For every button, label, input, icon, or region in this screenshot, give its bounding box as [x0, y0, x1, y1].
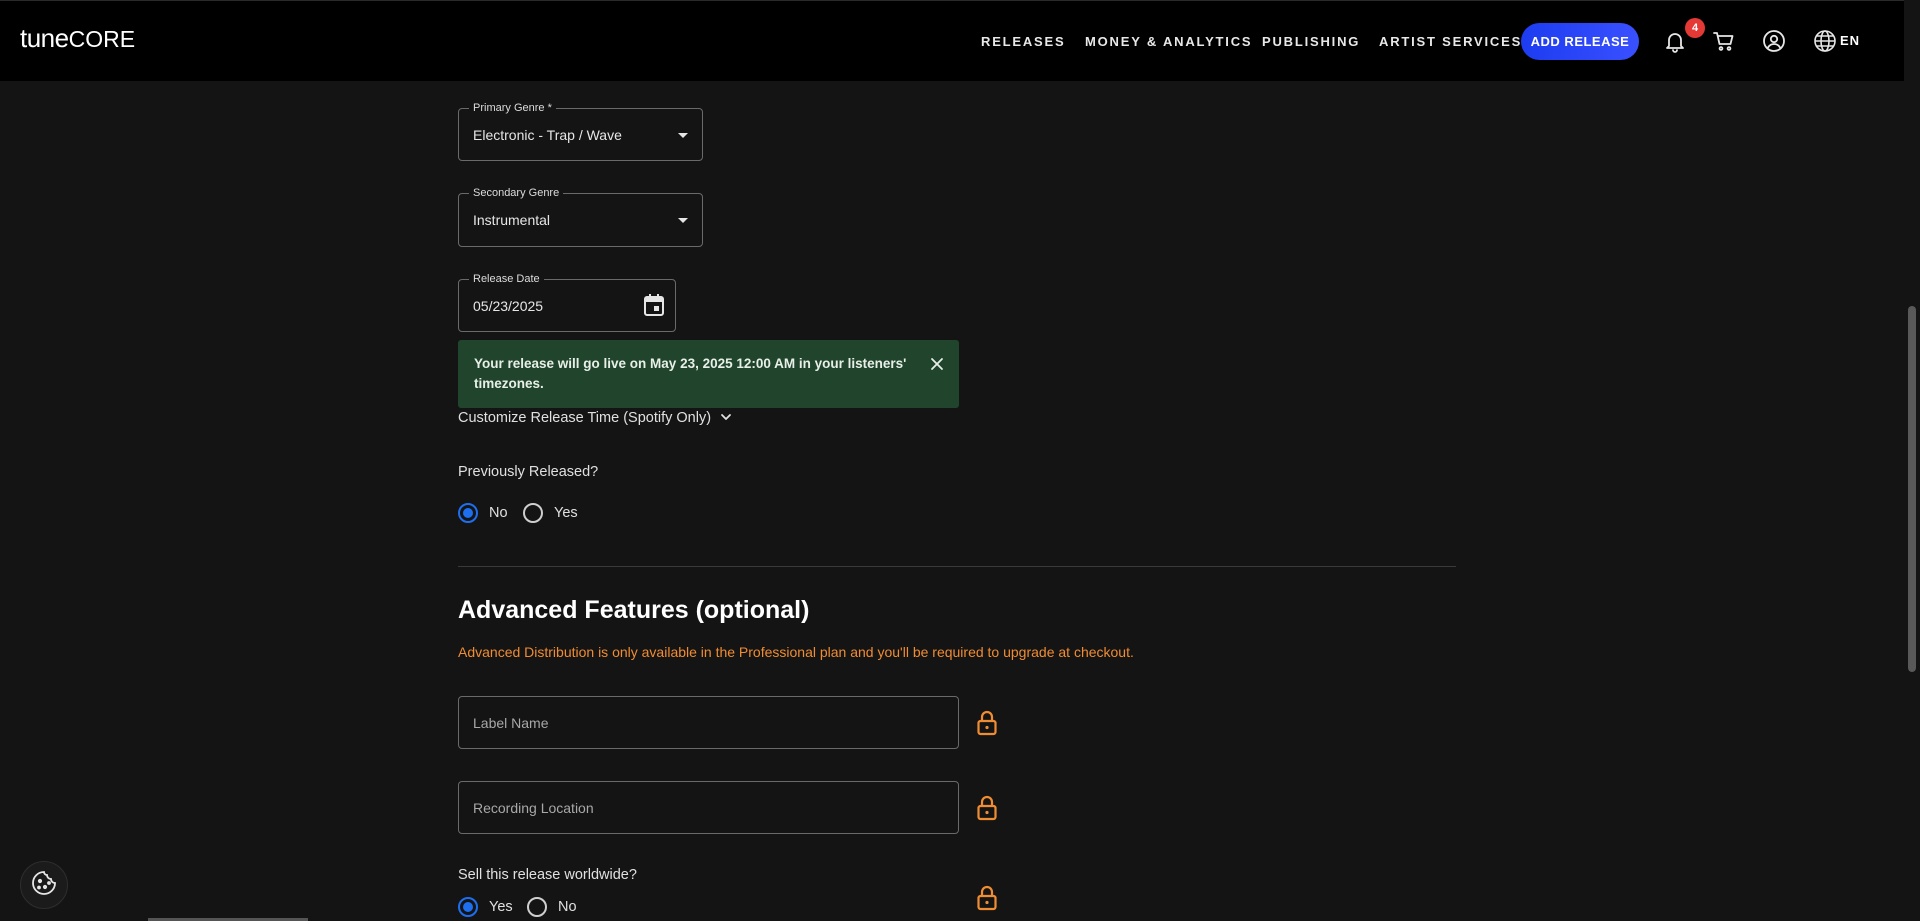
- customize-release-time-toggle[interactable]: Customize Release Time (Spotify Only): [458, 410, 733, 426]
- caret-down-icon: [678, 132, 688, 138]
- label-name-input[interactable]: Label Name: [458, 696, 959, 749]
- nav-artist-services[interactable]: ARTIST SERVICES: [1379, 34, 1522, 49]
- section-divider: [458, 566, 1456, 567]
- globe-icon[interactable]: [1813, 29, 1837, 53]
- sell-worldwide-question: Sell this release worldwide?: [458, 867, 637, 883]
- secondary-genre-select[interactable]: Secondary Genre Instrumental: [458, 185, 703, 247]
- cookie-settings-button[interactable]: [20, 861, 68, 909]
- label-name-placeholder: Label Name: [473, 714, 549, 731]
- close-icon[interactable]: [929, 356, 945, 372]
- page-scrollbar-thumb[interactable]: [1908, 306, 1916, 672]
- nav-publishing[interactable]: PUBLISHING: [1262, 34, 1360, 49]
- calendar-icon[interactable]: [643, 293, 665, 317]
- lock-icon: [976, 795, 998, 821]
- cart-icon[interactable]: [1712, 29, 1736, 53]
- nav-releases[interactable]: RELEASES: [981, 34, 1065, 49]
- sell-worldwide-yes-radio[interactable]: [458, 897, 478, 917]
- sell-worldwide-yes-label[interactable]: Yes: [489, 899, 513, 915]
- lock-icon: [976, 710, 998, 736]
- advanced-distribution-notice: Advanced Distribution is only available …: [458, 644, 1134, 660]
- chevron-down-icon: [719, 410, 733, 424]
- release-live-alert: Your release will go live on May 23, 202…: [458, 340, 959, 408]
- recording-location-placeholder: Recording Location: [473, 799, 594, 816]
- recording-location-input[interactable]: Recording Location: [458, 781, 959, 834]
- release-date-label: Release Date: [469, 271, 544, 287]
- primary-genre-value: Electronic - Trap / Wave: [473, 126, 622, 143]
- previously-released-question: Previously Released?: [458, 464, 599, 480]
- account-icon[interactable]: [1762, 29, 1786, 53]
- logo-tune-text: tune: [20, 23, 69, 53]
- sell-worldwide-no-radio[interactable]: [527, 897, 547, 917]
- nav-money-analytics[interactable]: MONEY & ANALYTICS: [1085, 34, 1252, 49]
- release-date-field[interactable]: Release Date 05/23/2025: [458, 271, 676, 332]
- alert-message: Your release will go live on May 23, 202…: [474, 356, 907, 391]
- tunecore-logo[interactable]: tuneCORE: [20, 23, 135, 54]
- primary-genre-label: Primary Genre *: [469, 100, 556, 116]
- secondary-genre-value: Instrumental: [473, 212, 551, 228]
- release-date-value: 05/23/2025: [473, 297, 544, 314]
- notification-count-badge: 4: [1685, 18, 1705, 38]
- add-release-button[interactable]: ADD RELEASE: [1521, 23, 1639, 60]
- cookie-icon: [30, 869, 58, 902]
- previously-released-yes-radio[interactable]: [523, 503, 543, 523]
- secondary-genre-label: Secondary Genre: [469, 185, 564, 201]
- advanced-features-title: Advanced Features (optional): [458, 596, 810, 624]
- caret-down-icon: [678, 218, 688, 223]
- logo-core-text: CORE: [68, 26, 136, 52]
- bell-icon[interactable]: [1663, 29, 1687, 53]
- previously-released-no-label[interactable]: No: [489, 505, 508, 521]
- language-selector[interactable]: EN: [1840, 33, 1860, 48]
- sell-worldwide-no-label[interactable]: No: [558, 899, 577, 915]
- previously-released-yes-label[interactable]: Yes: [554, 505, 578, 521]
- lock-icon: [976, 885, 998, 911]
- previously-released-no-radio[interactable]: [458, 503, 478, 523]
- primary-genre-select[interactable]: Primary Genre * Electronic - Trap / Wave: [458, 100, 703, 161]
- top-navigation-bar: tuneCORE RELEASES MONEY & ANALYTICS PUBL…: [0, 0, 1904, 81]
- customize-release-time-label: Customize Release Time (Spotify Only): [458, 410, 712, 426]
